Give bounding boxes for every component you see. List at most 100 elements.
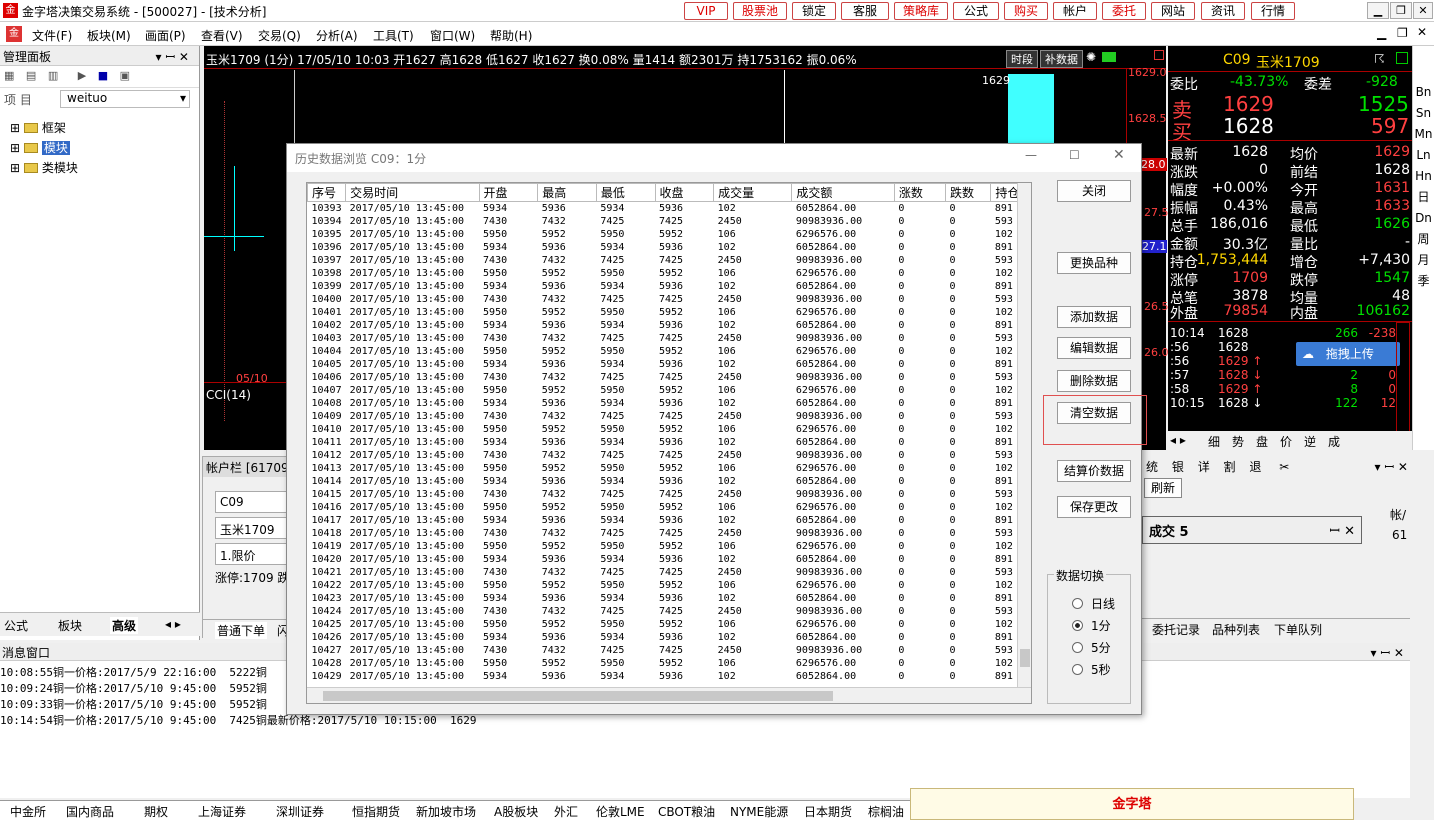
export-icon[interactable]: ▣ [120,69,130,82]
settlement-data-button[interactable]: 结算价数据 [1057,460,1131,482]
clear-data-button[interactable]: 清空数据 [1057,402,1131,424]
menu-trade[interactable]: 交易(Q) [258,27,301,44]
table-row[interactable]: 10397 2017/05/10 13:45:00 7430 7432 7425 7425… [308,254,1031,267]
table-row[interactable]: 10420 2017/05/10 13:45:00 5934 5936 5934 5936… [308,553,1031,566]
market-tab[interactable]: 期权 [144,803,168,820]
market-tab[interactable]: 上海证券 [198,803,246,820]
toolbar-button[interactable]: VIP [684,2,728,20]
column-header[interactable]: 成交量 [713,183,793,202]
table-row[interactable]: 10417 2017/05/10 13:45:00 5934 5936 5934 5936… [308,514,1031,527]
delete-data-button[interactable]: 删除数据 [1057,370,1131,392]
tree-item-class-module[interactable]: ⊞ 类模块 [0,158,199,178]
column-header[interactable]: 交易时间 [345,183,480,202]
tree-item-framework[interactable]: ⊞ 框架 [0,118,199,138]
switch-option[interactable]: 日线 [1072,595,1115,612]
print-icon[interactable]: ▥ [48,69,58,82]
table-row[interactable]: 10423 2017/05/10 13:45:00 5934 5936 5934 5936… [308,592,1031,605]
column-header[interactable]: 收盘 [654,183,715,202]
code-input[interactable]: C09 [215,491,295,513]
save-changes-button[interactable]: 保存更改 [1057,496,1131,518]
market-tab[interactable]: 国内商品 [66,803,114,820]
table-row[interactable]: 10415 2017/05/10 13:45:00 7430 7432 7425 7425… [308,488,1031,501]
period-item[interactable]: 月 [1413,250,1434,271]
market-tab[interactable]: 外汇 [554,803,578,820]
period-item[interactable]: Hn [1413,166,1434,187]
period-item[interactable]: Ln [1413,145,1434,166]
market-tab[interactable]: A股板块 [494,803,538,820]
history-table-container[interactable]: 序号 交易时间 开盘 最高 最低 收盘 成交量 成交额 涨数 跌数 持仓 10393 2017/05/… [306,182,1032,704]
tool-icon[interactable]: ✂ [1279,460,1289,474]
close-button[interactable]: 关闭 [1057,180,1131,202]
market-tab[interactable]: 日本期货 [804,803,852,820]
table-row[interactable]: 10410 2017/05/10 13:45:00 5950 5952 5950 5952… [308,423,1031,436]
table-row[interactable]: 10405 2017/05/10 13:45:00 5934 5936 5934 5936… [308,358,1031,371]
table-row[interactable]: 10426 2017/05/10 13:45:00 5934 5936 5934 5936… [308,631,1031,644]
column-header[interactable]: 跌数 [944,183,992,202]
table-row[interactable]: 10396 2017/05/10 13:45:00 5934 5936 5934 5936… [308,241,1031,254]
switch-option[interactable]: 1分 [1072,617,1111,634]
column-header[interactable]: 序号 [307,183,347,202]
period-item[interactable]: Sn [1413,103,1434,124]
info-icon[interactable]: ☈ [1374,52,1385,66]
period-item[interactable]: 周 [1413,229,1434,250]
table-row[interactable]: 10408 2017/05/10 13:45:00 5934 5936 5934 5936… [308,397,1031,410]
refresh-button[interactable]: 刷新 [1144,478,1182,498]
toolbar-button[interactable]: 策略库 [894,2,948,20]
market-tab[interactable]: 伦敦LME [596,803,645,820]
tab-scroll-icon[interactable]: ◂ ▸ [1170,433,1186,447]
market-tab[interactable]: 中金所 [10,803,46,820]
tab-symbols[interactable]: 品种列表 [1212,621,1260,638]
stop-icon[interactable]: ■ [98,69,108,82]
toolbar-button[interactable]: 资讯 [1201,2,1245,20]
tab-orders[interactable]: 委托记录 [1152,621,1200,638]
tab-book[interactable]: 盘 [1256,433,1268,450]
mdi-minimize-icon[interactable]: ▁ [1377,26,1386,40]
table-row[interactable]: 10401 2017/05/10 13:45:00 5950 5952 5950 5952… [308,306,1031,319]
toolbar-button[interactable]: 股票池 [733,2,787,20]
hscroll-thumb[interactable] [323,691,833,701]
table-row[interactable]: 10424 2017/05/10 13:45:00 7430 7432 7425 7425… [308,605,1031,618]
tab-reverse[interactable]: 逆 [1304,433,1316,450]
chart-box-icon[interactable] [1154,50,1164,60]
period-item[interactable]: Bn [1413,82,1434,103]
edit-data-button[interactable]: 编辑数据 [1057,337,1131,359]
table-row[interactable]: 10394 2017/05/10 13:45:00 7430 7432 7425 7425… [308,215,1031,228]
tab-board[interactable]: 板块 [58,617,82,634]
market-tab[interactable]: 恒指期货 [352,803,400,820]
mdi-close-icon[interactable]: ✕ [1417,25,1427,39]
toolbar-bank[interactable]: 银 [1172,460,1184,474]
tab-trend[interactable]: 势 [1232,433,1244,450]
table-row[interactable]: 10413 2017/05/10 13:45:00 5950 5952 5950 5952… [308,462,1031,475]
scroll-thumb[interactable] [1020,649,1030,667]
period-item[interactable]: 季 [1413,271,1434,292]
project-select[interactable]: weituo ▾ [60,90,190,108]
sub-close-icon[interactable]: ꟷ ✕ [1329,521,1355,539]
toolbar-button[interactable]: 公式 [953,2,999,20]
menu-analysis[interactable]: 分析(A) [316,27,358,44]
table-row[interactable]: 10421 2017/05/10 13:45:00 7430 7432 7425 7425… [308,566,1031,579]
tab-detail[interactable]: 细 [1208,433,1220,450]
table-row[interactable]: 10404 2017/05/10 13:45:00 5950 5952 5950 5952… [308,345,1031,358]
toolbar-button[interactable]: 行情 [1251,2,1295,20]
minimize-button[interactable]: ▁ [1367,2,1389,19]
toolbar-button[interactable]: 委托 [1102,2,1146,20]
table-row[interactable]: 10395 2017/05/10 13:45:00 5950 5952 5950 5952… [308,228,1031,241]
name-input[interactable]: 玉米1709 [215,517,295,539]
market-tab[interactable]: CBOT粮油 [658,803,715,820]
menu-tools[interactable]: 工具(T) [373,27,414,44]
settings-icon[interactable]: ✺ [1086,50,1096,64]
table-row[interactable]: 10419 2017/05/10 13:45:00 5950 5952 5950 5952… [308,540,1031,553]
tick-scrollbar[interactable] [1396,322,1410,432]
toolbar-stat[interactable]: 统 [1146,460,1158,474]
column-header[interactable]: 涨数 [893,183,946,202]
table-row[interactable]: 10403 2017/05/10 13:45:00 7430 7432 7425 7425… [308,332,1031,345]
period-item[interactable]: Mn [1413,124,1434,145]
toolbar-button[interactable]: 网站 [1151,2,1195,20]
table-row[interactable]: 10393 2017/05/10 13:45:00 5934 5936 5934 5936… [308,202,1031,215]
menu-screen[interactable]: 画面(P) [145,27,186,44]
switch-option[interactable]: 5分 [1072,639,1111,656]
toolbar-button[interactable]: 购买 [1004,2,1048,20]
menu-view[interactable]: 查看(V) [201,27,243,44]
tab-trades[interactable]: 成 [1328,433,1340,450]
table-row[interactable]: 10418 2017/05/10 13:45:00 7430 7432 7425 7425… [308,527,1031,540]
